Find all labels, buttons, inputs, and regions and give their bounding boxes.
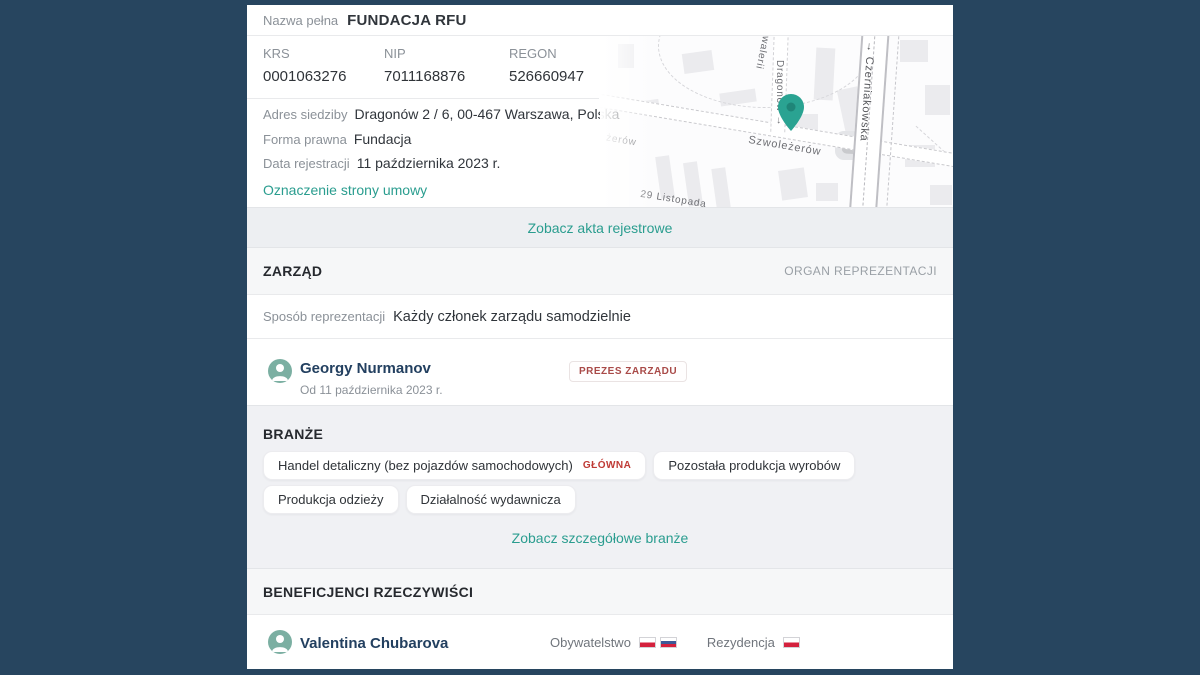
krs-value: 0001063276: [263, 68, 384, 85]
avatar: [268, 630, 292, 654]
management-title: ZARZĄD: [263, 263, 322, 279]
registration-date-label: Data rejestracji: [263, 156, 350, 171]
role-badge: PREZES ZARZĄDU: [569, 361, 687, 382]
ids-divider: [247, 98, 599, 99]
company-name-row: Nazwa pełna FUNDACJA RFU: [247, 5, 953, 36]
agreement-link[interactable]: Oznaczenie strony umowy: [263, 182, 427, 198]
poland-flag-icon: [639, 637, 656, 648]
address-row: Adres siedziby Dragonów 2 / 6, 00-467 War…: [263, 102, 619, 127]
location-map[interactable]: → Czerniakowska Dragonów → Szwoleżerów ż…: [600, 36, 953, 207]
map-pin-icon: [778, 94, 804, 132]
address-label: Adres siedziby: [263, 107, 348, 122]
industries-title: BRANŻE: [263, 426, 323, 442]
industry-chips: Handel detaliczny (bez pojazdów samochod…: [263, 451, 943, 514]
map-building: [778, 167, 808, 200]
krs-label: KRS: [263, 46, 384, 61]
beneficiary-name[interactable]: Valentina Chubarova: [300, 635, 448, 652]
industry-chip[interactable]: Handel detaliczny (bez pojazdów samochod…: [263, 451, 646, 480]
main-industry-badge: GŁÓWNA: [583, 460, 632, 471]
industry-chip-label: Pozostała produkcja wyrobów: [668, 458, 840, 473]
map-building: [900, 40, 928, 62]
organ-label: ORGAN REPREZENTACJI: [784, 264, 937, 278]
russia-flag-icon: [660, 637, 677, 648]
company-name-label: Nazwa pełna: [263, 13, 338, 28]
industry-chip-label: Produkcja odzieży: [278, 492, 384, 507]
industry-chip[interactable]: Pozostała produkcja wyrobów: [653, 451, 855, 480]
address-value: Dragonów 2 / 6, 00-467 Warszawa, Polska: [355, 106, 620, 122]
registry-files-link[interactable]: Zobacz akta rejestrowe: [528, 220, 673, 236]
krs-field: KRS 0001063276: [263, 46, 384, 85]
poland-flag-icon: [783, 637, 800, 648]
map-fade: [600, 36, 658, 207]
beneficiaries-title: BENEFICJENCI RZECZYWIŚCI: [263, 584, 473, 600]
industry-chip[interactable]: Działalność wydawnicza: [406, 485, 576, 514]
nip-field: NIP 7011168876: [384, 46, 509, 85]
legal-form-label: Forma prawna: [263, 132, 347, 147]
registry-ids: KRS 0001063276 NIP 7011168876 REGON 5266…: [263, 46, 630, 85]
member-name[interactable]: Georgy Nurmanov: [300, 360, 431, 377]
company-details: Adres siedziby Dragonów 2 / 6, 00-467 War…: [263, 102, 619, 202]
beneficiaries-header-band: BENEFICJENCI RZECZYWIŚCI: [247, 568, 953, 614]
citizenship-label: Obywatelstwo: [550, 635, 631, 650]
registry-files-band: Zobacz akta rejestrowe: [247, 207, 953, 247]
representation-label: Sposób reprezentacji: [263, 309, 385, 324]
beneficiary-row[interactable]: Valentina Chubarova Obywatelstwo Rezyden…: [247, 614, 953, 669]
map-building: [711, 167, 730, 207]
board-member-row[interactable]: Georgy Nurmanov Od 11 października 2023 …: [247, 338, 953, 405]
company-name: FUNDACJA RFU: [347, 12, 466, 29]
industries-section: BRANŻE Handel detaliczny (bez pojazdów s…: [247, 405, 953, 568]
legal-form-row: Forma prawna Fundacja: [263, 127, 619, 152]
nip-value: 7011168876: [384, 68, 509, 85]
company-info-section: KRS 0001063276 NIP 7011168876 REGON 5266…: [247, 36, 953, 207]
person-icon: [268, 630, 292, 654]
industry-chip[interactable]: Produkcja odzieży: [263, 485, 399, 514]
person-icon: [268, 359, 292, 383]
member-since: Od 11 października 2023 r.: [300, 383, 443, 397]
management-header-band: ZARZĄD ORGAN REPREZENTACJI: [247, 247, 953, 294]
beneficiary-meta: Obywatelstwo Rezydencja: [550, 615, 804, 669]
representation-row: Sposób reprezentacji Każdy członek zarzą…: [247, 294, 953, 338]
nip-label: NIP: [384, 46, 509, 61]
registration-date-row: Data rejestracji 11 października 2023 r.: [263, 151, 619, 176]
legal-form-value: Fundacja: [354, 131, 412, 147]
residency-label: Rezydencja: [707, 635, 775, 650]
avatar: [268, 359, 292, 383]
industry-chip-label: Działalność wydawnicza: [421, 492, 561, 507]
map-building: [925, 85, 950, 115]
map-building: [816, 183, 838, 201]
registration-date-value: 11 października 2023 r.: [357, 155, 501, 171]
industry-details-link[interactable]: Zobacz szczegółowe branże: [512, 530, 689, 546]
representation-value: Każdy członek zarządu samodzielnie: [393, 309, 631, 325]
industry-chip-label: Handel detaliczny (bez pojazdów samochod…: [278, 458, 573, 473]
company-card: Nazwa pełna FUNDACJA RFU KRS 0001063276 …: [247, 5, 953, 668]
map-building: [930, 185, 952, 205]
